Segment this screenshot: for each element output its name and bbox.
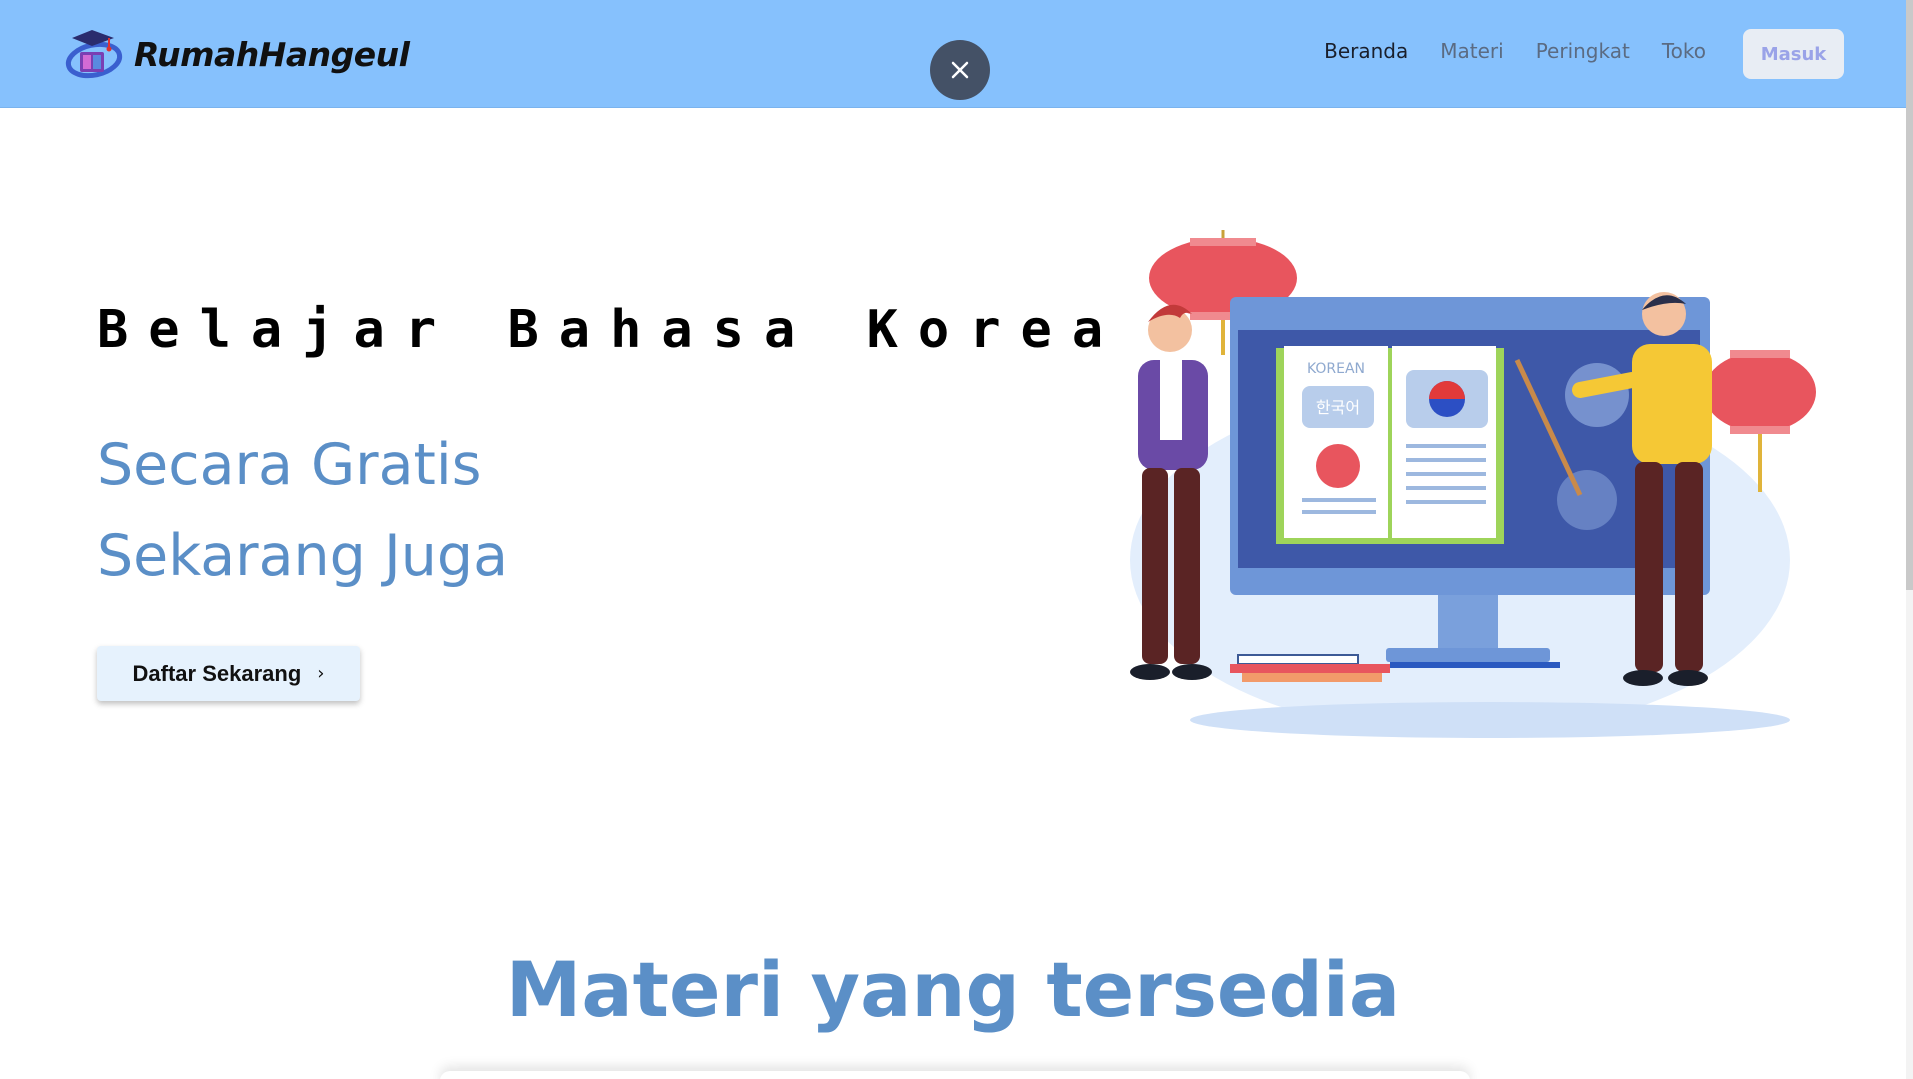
- page: RumahHangeul Beranda Materi Peringkat To…: [0, 0, 1913, 1079]
- brand-logo[interactable]: RumahHangeul: [64, 24, 410, 84]
- scrollbar-thumb[interactable]: [1906, 0, 1913, 590]
- nav-item-peringkat[interactable]: Peringkat: [1536, 39, 1630, 63]
- nav-item-beranda[interactable]: Beranda: [1324, 39, 1408, 63]
- register-now-button[interactable]: Daftar Sekarang ›: [97, 646, 360, 701]
- close-icon: [951, 61, 969, 79]
- nav-item-toko[interactable]: Toko: [1662, 39, 1706, 63]
- hero-illustration: KOREAN 한국어: [1130, 230, 1816, 738]
- main-nav: Beranda Materi Peringkat Toko: [1324, 39, 1706, 63]
- section-title: Materi yang tersedia: [505, 945, 1401, 1034]
- hero-subtitle-2: Sekarang Juga: [97, 523, 509, 589]
- logo-icon: [65, 30, 123, 79]
- close-button[interactable]: [930, 40, 990, 100]
- top-navbar: RumahHangeul Beranda Materi Peringkat To…: [0, 0, 1906, 108]
- svg-text:KOREAN: KOREAN: [1307, 361, 1365, 377]
- login-button[interactable]: Masuk: [1743, 29, 1844, 79]
- hero-subtitle-1: Secara Gratis: [97, 432, 482, 498]
- material-card-edge: [440, 1071, 1470, 1079]
- hero-title: Belajar Bahasa Korea: [97, 300, 1124, 360]
- scrollbar-track[interactable]: [1906, 0, 1913, 1079]
- brand-name: RumahHangeul: [134, 34, 410, 74]
- nav-item-materi[interactable]: Materi: [1440, 39, 1503, 63]
- chevron-right-icon: ›: [317, 663, 325, 684]
- svg-text:한국어: 한국어: [1316, 398, 1360, 417]
- register-now-label: Daftar Sekarang: [132, 660, 302, 686]
